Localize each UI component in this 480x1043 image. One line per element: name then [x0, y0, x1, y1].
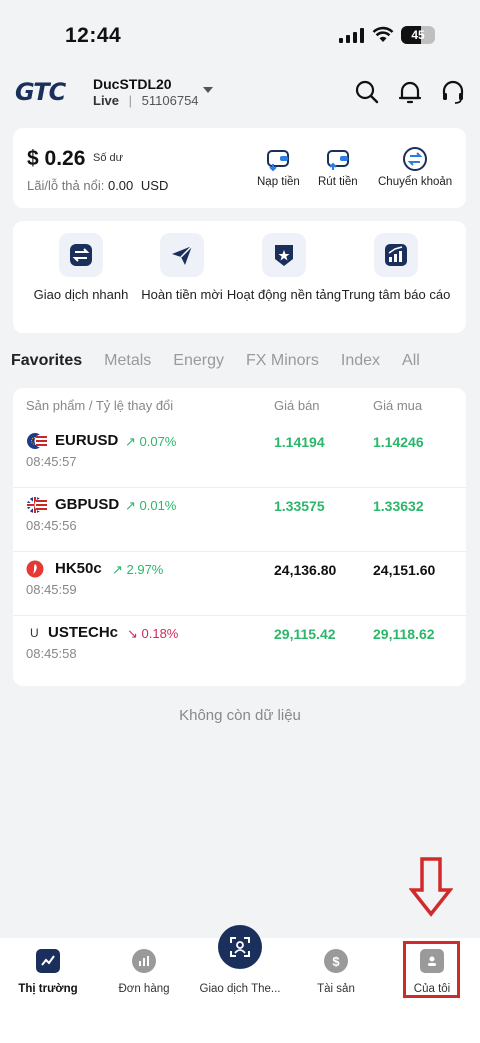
balance-amount: $ 0.26	[27, 147, 86, 170]
quote-time: 08:45:56	[26, 518, 77, 533]
tab-all[interactable]: All	[402, 352, 420, 376]
paper-plane-icon	[160, 233, 204, 277]
column-header-ask: Giá mua	[373, 398, 423, 413]
balance-card: $ 0.26 Số dư Lãi/lỗ thả nổi: 0.00 USD Nạ…	[13, 128, 466, 208]
ustech-symbol-icon: U	[30, 626, 39, 640]
transfer-button[interactable]: Chuyển khoản	[378, 146, 452, 188]
copy-trade-center-button[interactable]	[218, 925, 262, 969]
bid-price[interactable]: 29,115.42	[274, 626, 336, 642]
brand-logo: GTC	[15, 78, 66, 106]
pnl-label: Lãi/lỗ thả nổi:	[27, 178, 105, 193]
platform-activities-shortcut[interactable]: Hoạt động nền tảng	[224, 233, 344, 303]
wifi-icon	[372, 26, 394, 42]
tab-energy[interactable]: Energy	[173, 352, 224, 376]
ask-price[interactable]: 1.14246	[373, 434, 424, 450]
red-down-arrow-annotation	[409, 857, 453, 917]
cellular-signal-icon	[339, 28, 364, 43]
table-row[interactable]: GBPUSD ↗ 0.01% 08:45:56 1.33575 1.33632	[13, 488, 466, 552]
quote-time: 08:45:59	[26, 582, 77, 597]
nav-market[interactable]: Thị trường	[0, 949, 96, 995]
column-header-bid: Giá bán	[274, 398, 320, 413]
quote-time: 08:45:58	[26, 646, 77, 661]
market-table: Sản phẩm / Tỷ lệ thay đổi Giá bán Giá mu…	[13, 388, 466, 686]
ask-price[interactable]: 1.33632	[373, 498, 424, 514]
symbol-name: EURUSD	[55, 432, 119, 449]
nav-orders[interactable]: Đơn hàng	[96, 949, 192, 995]
dollar-coin-icon: $	[324, 949, 348, 973]
market-chart-icon	[36, 949, 60, 973]
report-chart-icon	[374, 233, 418, 277]
scan-face-icon	[230, 937, 250, 957]
account-name[interactable]: DucSTDL20	[93, 76, 172, 92]
transfer-icon	[403, 147, 428, 171]
tab-index[interactable]: Index	[341, 352, 380, 376]
notification-bell-icon[interactable]	[397, 79, 423, 105]
search-icon[interactable]	[354, 79, 380, 105]
orders-bar-chart-icon	[132, 949, 156, 973]
symbol-name: USTECHc	[48, 624, 119, 641]
nav-market-label: Thị trường	[18, 983, 78, 995]
red-highlight-box-annotation	[403, 941, 460, 998]
bid-price[interactable]: 1.14194	[274, 434, 325, 450]
nav-copy-trade-label: Giao dịch The...	[199, 983, 281, 995]
table-row[interactable]: U USTECHc ↘ 0.18% 08:45:58 29,115.42 29,…	[13, 616, 466, 680]
bid-price[interactable]: 1.33575	[274, 498, 325, 514]
bid-price[interactable]: 24,136.80	[274, 562, 336, 578]
referral-rebate-label: Hoàn tiền mời	[141, 287, 223, 302]
deposit-icon	[267, 150, 290, 172]
nav-assets[interactable]: $ Tài sản	[288, 949, 384, 995]
quick-trade-icon	[59, 233, 103, 277]
pnl-value: 0.00	[107, 178, 134, 193]
table-row[interactable]: EURUSD ↗ 0.07% 08:45:57 1.14194 1.14246	[13, 424, 466, 488]
column-header-product: Sản phẩm / Tỷ lệ thay đổi	[26, 398, 174, 413]
tab-favorites[interactable]: Favorites	[11, 352, 82, 376]
symbol-name: GBPUSD	[55, 496, 120, 513]
nav-orders-label: Đơn hàng	[118, 983, 170, 995]
deposit-button[interactable]: Nạp tiền	[257, 146, 300, 188]
table-row[interactable]: HK50c ↗ 2.97% 08:45:59 24,136.80 24,151.…	[13, 552, 466, 616]
report-center-label: Trung tâm báo cáo	[341, 287, 451, 302]
tab-metals[interactable]: Metals	[104, 352, 151, 376]
customer-support-headset-icon[interactable]	[440, 79, 466, 105]
status-bar: 12:44 45	[0, 0, 480, 70]
badge-star-icon	[262, 233, 306, 277]
app-header: GTC DucSTDL20 Live | 51106754	[0, 70, 480, 116]
tab-fx-minors[interactable]: FX Minors	[246, 352, 319, 376]
change-percent: ↗ 0.07%	[125, 434, 177, 449]
change-percent: ↘ 0.18%	[127, 626, 179, 641]
market-category-tabs: Favorites Metals Energy FX Minors Index …	[11, 352, 480, 376]
hk50-flag-icon	[26, 560, 44, 578]
withdraw-button[interactable]: Rút tiền	[318, 146, 358, 188]
account-type: Live	[93, 93, 120, 108]
report-center-shortcut[interactable]: Trung tâm báo cáo	[336, 233, 456, 303]
shortcuts-card: Giao dịch nhanh Hoàn tiền mời Hoạt động …	[13, 221, 466, 333]
no-more-data-text: Không còn dữ liệu	[179, 707, 301, 724]
pnl-currency: USD	[140, 178, 169, 193]
deposit-label: Nạp tiền	[257, 176, 300, 188]
status-time: 12:44	[65, 24, 122, 47]
ask-price[interactable]: 24,151.60	[373, 562, 435, 578]
withdraw-icon	[326, 150, 349, 170]
battery-level: 45	[411, 28, 425, 42]
transfer-label: Chuyển khoản	[378, 176, 453, 188]
ask-price[interactable]: 29,118.62	[373, 626, 435, 642]
change-percent: ↗ 0.01%	[125, 498, 177, 513]
quote-time: 08:45:57	[26, 454, 77, 469]
account-dropdown-icon[interactable]	[203, 87, 213, 93]
eurusd-flag-icon	[27, 433, 48, 449]
gbpusd-flag-icon	[27, 497, 48, 513]
account-number: 51106754	[141, 93, 199, 108]
nav-assets-label: Tài sản	[317, 983, 355, 995]
balance-label: Số dư	[93, 152, 123, 164]
quick-trade-label: Giao dịch nhanh	[33, 287, 129, 302]
change-percent: ↗ 2.97%	[112, 562, 164, 577]
battery-icon: 45	[401, 26, 435, 44]
account-info[interactable]: Live | 51106754	[93, 93, 199, 108]
symbol-name: HK50c	[55, 560, 102, 577]
withdraw-label: Rút tiền	[318, 176, 358, 188]
floating-pnl: Lãi/lỗ thả nổi: 0.00 USD	[27, 178, 168, 193]
platform-activities-label: Hoạt động nền tảng	[226, 287, 342, 302]
